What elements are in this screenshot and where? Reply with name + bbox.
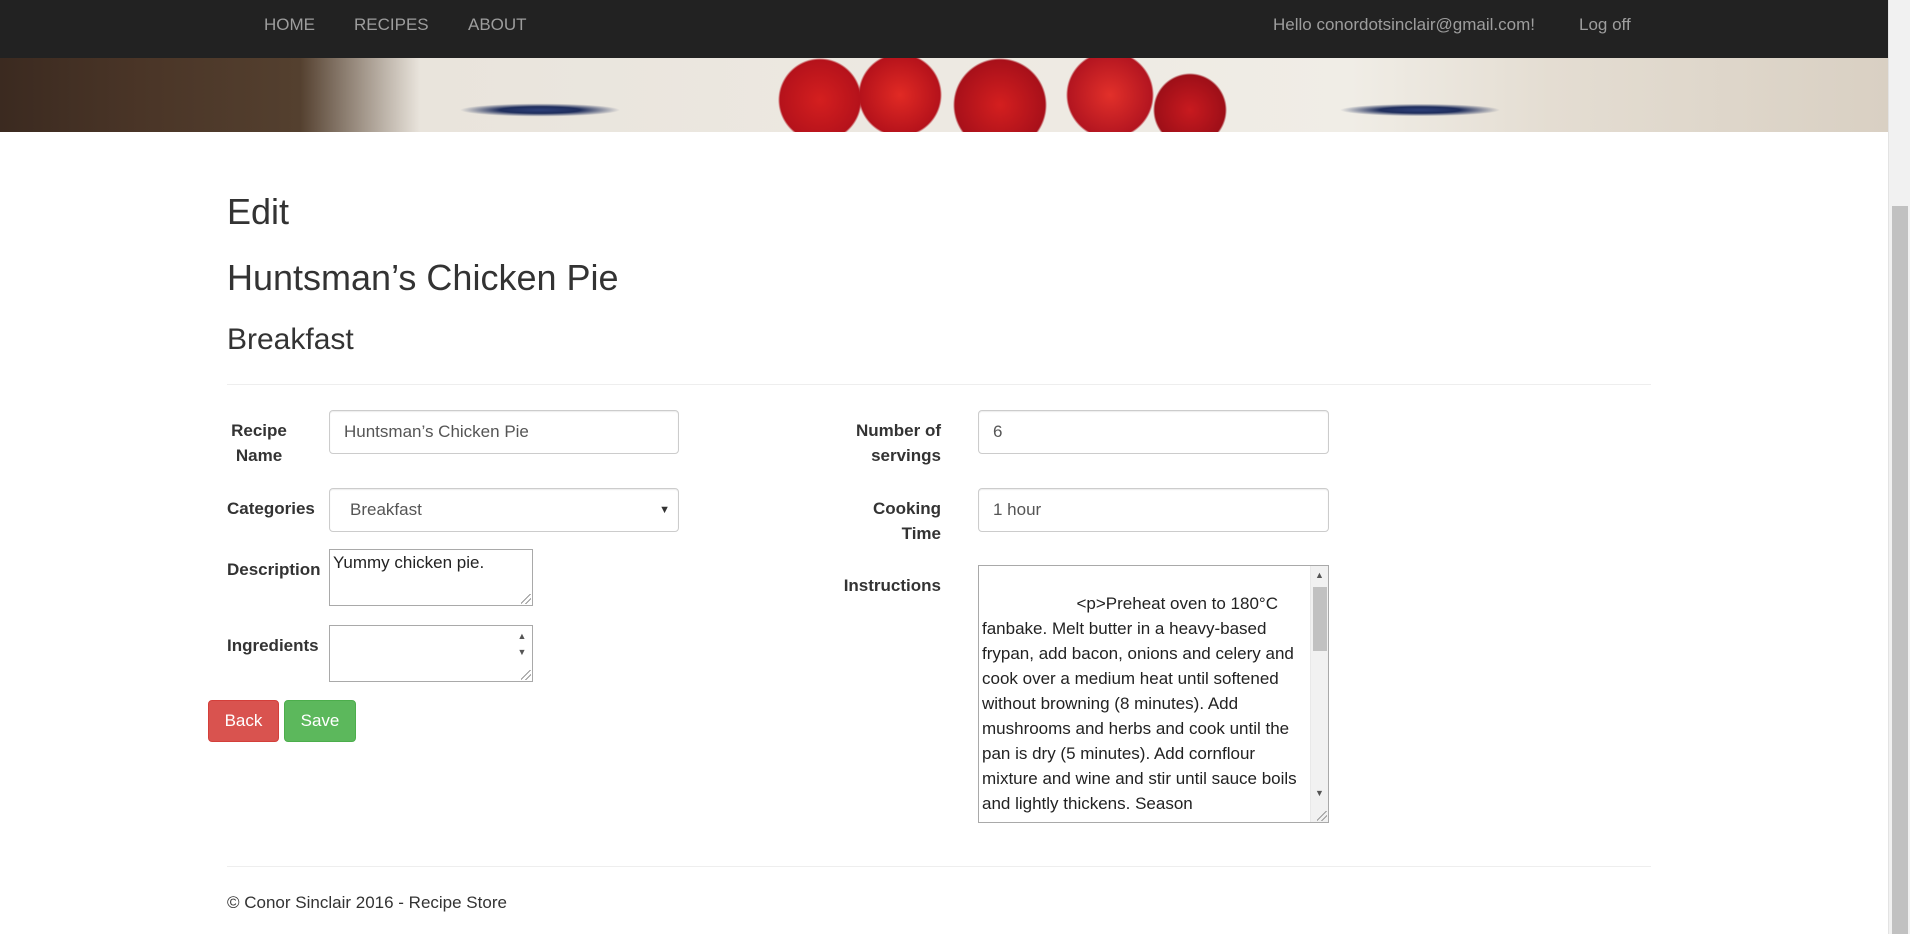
top-navbar: HOME RECIPES ABOUT Hello conordotsinclai… bbox=[0, 0, 1888, 58]
recipe-title: Huntsman’s Chicken Pie bbox=[227, 257, 619, 298]
nav-logoff-link[interactable]: Log off bbox=[1579, 15, 1631, 35]
resize-grip-icon[interactable] bbox=[521, 594, 531, 604]
nav-about-link[interactable]: ABOUT bbox=[468, 15, 527, 35]
instructions-value: <p>Preheat oven to 180°C fanbake. Melt b… bbox=[982, 594, 1297, 813]
page-title: Edit bbox=[227, 191, 290, 232]
cooking-time-input[interactable]: 1 hour bbox=[978, 488, 1329, 532]
description-label: Description bbox=[227, 560, 321, 579]
nav-home-link[interactable]: HOME bbox=[264, 15, 315, 35]
resize-grip-icon[interactable] bbox=[521, 670, 531, 680]
ingredients-label: Ingredients bbox=[227, 636, 319, 655]
servings-label: Number of servings bbox=[856, 421, 941, 465]
servings-input[interactable]: 6 bbox=[978, 410, 1329, 454]
resize-grip-icon[interactable] bbox=[1317, 811, 1327, 821]
caret-down-icon: ▼ bbox=[659, 504, 670, 516]
page-scrollbar-thumb[interactable] bbox=[1892, 206, 1908, 934]
instructions-label: Instructions bbox=[843, 576, 941, 595]
description-value: Yummy chicken pie. bbox=[333, 553, 485, 572]
divider bbox=[227, 384, 1651, 385]
description-textarea[interactable]: Yummy chicken pie. bbox=[329, 549, 533, 606]
categories-select-value: Breakfast bbox=[350, 500, 422, 519]
categories-label: Categories bbox=[227, 499, 315, 518]
page: HOME RECIPES ABOUT Hello conordotsinclai… bbox=[0, 0, 1888, 934]
page-scrollbar[interactable] bbox=[1888, 0, 1910, 934]
instructions-scrollbar[interactable]: ▲ ▼ bbox=[1310, 566, 1328, 822]
recipe-name-label: Recipe Name bbox=[231, 421, 287, 465]
footer-text: © Conor Sinclair 2016 - Recipe Store bbox=[227, 893, 507, 912]
save-button[interactable]: Save bbox=[284, 700, 356, 742]
recipe-name-input[interactable]: Huntsman’s Chicken Pie bbox=[329, 410, 679, 454]
categories-select[interactable]: Breakfast ▼ bbox=[329, 488, 679, 532]
category-title: Breakfast bbox=[227, 323, 354, 356]
nav-user-greeting-link[interactable]: Hello conordotsinclair@gmail.com! bbox=[1273, 15, 1535, 35]
spinner-arrows-icon[interactable]: ▲ ▼ bbox=[514, 628, 530, 662]
cooking-time-label: Cooking Time bbox=[873, 499, 941, 543]
nav-recipes-link[interactable]: RECIPES bbox=[354, 15, 429, 35]
back-button[interactable]: Back bbox=[208, 700, 279, 742]
ingredients-textarea[interactable]: ▲ ▼ bbox=[329, 625, 533, 682]
scroll-up-arrow-icon[interactable]: ▲ bbox=[1311, 570, 1328, 580]
instructions-scroll-thumb[interactable] bbox=[1313, 587, 1327, 651]
instructions-textarea[interactable]: <p>Preheat oven to 180°C fanbake. Melt b… bbox=[978, 565, 1329, 823]
footer-divider bbox=[227, 866, 1651, 867]
scroll-down-arrow-icon[interactable]: ▼ bbox=[1311, 788, 1328, 798]
